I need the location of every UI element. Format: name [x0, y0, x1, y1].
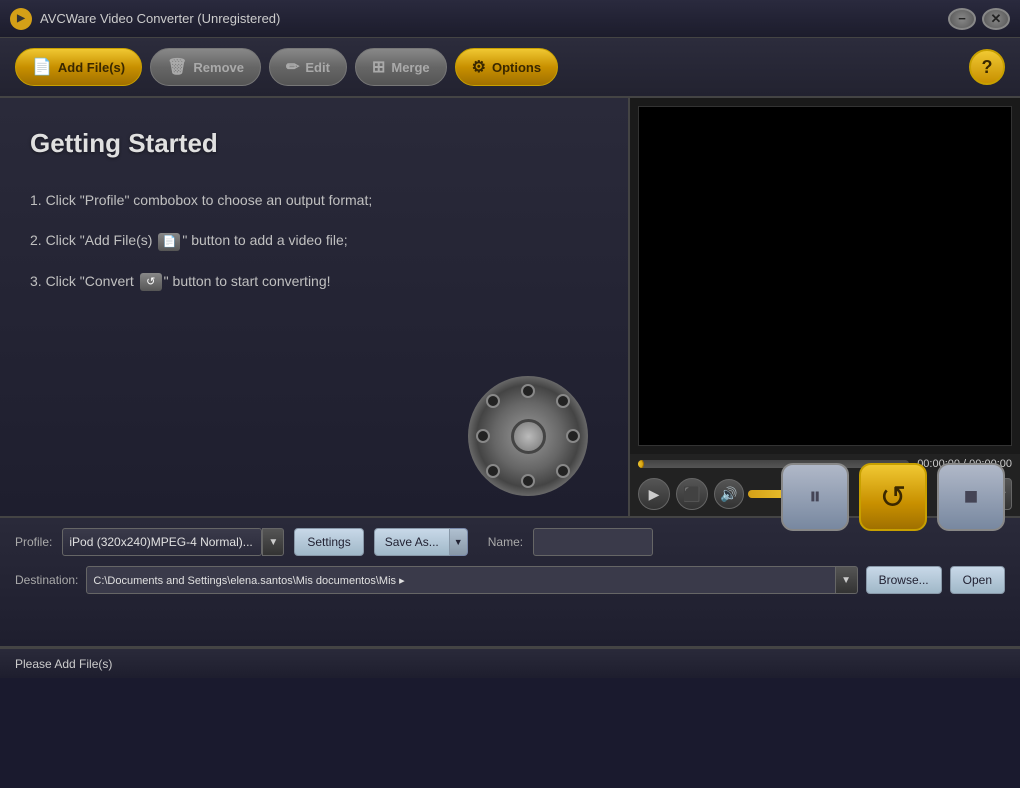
reel-center: [511, 419, 546, 454]
getting-started-panel: Getting Started 1. Click "Profile" combo…: [0, 98, 630, 516]
settings-button[interactable]: Settings: [294, 528, 363, 556]
close-button[interactable]: ✕: [982, 8, 1010, 30]
profile-label: Profile:: [15, 535, 52, 549]
step-2: 2. Click "Add File(s) 📄" button to add a…: [30, 229, 598, 251]
convert-inline-icon: ↺: [140, 273, 162, 291]
app-title: AVCWare Video Converter (Unregistered): [40, 11, 948, 26]
settings-label: Settings: [307, 535, 350, 549]
getting-started-title: Getting Started: [30, 128, 598, 159]
reel-hole: [486, 464, 500, 478]
video-panel: 00:00:00 / 00:00:00 ▶ ⬛ 🔊 📷 ▼: [630, 98, 1020, 516]
film-reel-decoration: [468, 376, 588, 496]
save-as-dropdown-arrow[interactable]: ▼: [450, 528, 468, 556]
reel-hole: [556, 464, 570, 478]
destination-input[interactable]: [86, 566, 835, 594]
window-controls: − ✕: [948, 8, 1010, 30]
browse-button[interactable]: Browse...: [866, 566, 942, 594]
name-input[interactable]: [533, 528, 653, 556]
reel-hole: [486, 394, 500, 408]
step-1: 1. Click "Profile" combobox to choose an…: [30, 189, 598, 211]
pause-icon: ⏸: [809, 483, 821, 511]
add-files-icon: 📄: [32, 57, 52, 77]
remove-icon: 🗑: [167, 57, 187, 77]
volume-button[interactable]: 🔊: [714, 479, 744, 509]
video-preview-area: [638, 106, 1012, 446]
step-1-text: 1. Click "Profile" combobox to choose an…: [30, 192, 372, 208]
convert-icon: ↺: [880, 478, 907, 516]
remove-button[interactable]: 🗑 Remove: [150, 48, 261, 86]
options-label: Options: [492, 60, 541, 75]
progress-thumb: [638, 460, 644, 468]
stop-convert-button[interactable]: ■: [937, 463, 1005, 531]
open-button[interactable]: Open: [950, 566, 1005, 594]
minimize-button[interactable]: −: [948, 8, 976, 30]
remove-label: Remove: [193, 60, 244, 75]
open-label: Open: [963, 573, 992, 587]
merge-label: Merge: [391, 60, 429, 75]
add-files-button[interactable]: 📄 Add File(s): [15, 48, 142, 86]
profile-dropdown-arrow[interactable]: ▼: [262, 528, 284, 556]
profile-select[interactable]: iPod (320x240)MPEG-4 Normal)...: [62, 528, 262, 556]
reel-hole: [566, 429, 580, 443]
reel-hole: [476, 429, 490, 443]
step-3: 3. Click "Convert ↺" button to start con…: [30, 270, 598, 292]
bottom-panel: Profile: iPod (320x240)MPEG-4 Normal)...…: [0, 518, 1020, 648]
edit-icon: ✏: [286, 57, 299, 77]
profile-row: Profile: iPod (320x240)MPEG-4 Normal)...…: [15, 528, 1005, 556]
add-files-label: Add File(s): [58, 60, 125, 75]
save-as-button[interactable]: Save As...: [374, 528, 450, 556]
convert-button[interactable]: ↺: [859, 463, 927, 531]
options-button[interactable]: ⚙ Options: [455, 48, 558, 86]
main-content: Getting Started 1. Click "Profile" combo…: [0, 98, 1020, 518]
add-inline-icon: 📄: [158, 233, 180, 251]
reel-outer: [468, 376, 588, 496]
destination-row: Destination: ▼ Browse... Open: [15, 566, 1005, 594]
reel-hole: [556, 394, 570, 408]
edit-label: Edit: [305, 60, 330, 75]
options-icon: ⚙: [472, 57, 486, 77]
merge-icon: ⊞: [372, 57, 385, 77]
edit-button[interactable]: ✏ Edit: [269, 48, 347, 86]
help-button[interactable]: ?: [969, 49, 1005, 85]
statusbar: Please Add File(s): [0, 648, 1020, 678]
toolbar: 📄 Add File(s) 🗑 Remove ✏ Edit ⊞ Merge ⚙ …: [0, 38, 1020, 98]
titlebar: ▶ AVCWare Video Converter (Unregistered)…: [0, 0, 1020, 38]
app-icon: ▶: [10, 8, 32, 30]
step-3-text: 3. Click "Convert ↺" button to start con…: [30, 273, 331, 289]
destination-label: Destination:: [15, 573, 78, 587]
convert-panel: ⏸ ↺ ■: [781, 463, 1005, 531]
profile-select-container: iPod (320x240)MPEG-4 Normal)... ▼: [62, 528, 284, 556]
browse-label: Browse...: [879, 573, 929, 587]
destination-input-container: ▼: [86, 566, 857, 594]
stop-button[interactable]: ⬛: [676, 478, 708, 510]
save-as-label: Save As...: [385, 535, 439, 549]
pause-button[interactable]: ⏸: [781, 463, 849, 531]
save-as-container: Save As... ▼: [374, 528, 468, 556]
reel-hole: [521, 384, 535, 398]
status-text: Please Add File(s): [15, 657, 112, 671]
reel-hole: [521, 474, 535, 488]
destination-dropdown-arrow[interactable]: ▼: [836, 566, 858, 594]
stop-icon: ■: [964, 483, 979, 511]
step-2-text: 2. Click "Add File(s) 📄" button to add a…: [30, 232, 348, 248]
play-button[interactable]: ▶: [638, 478, 670, 510]
name-label: Name:: [488, 535, 523, 549]
merge-button[interactable]: ⊞ Merge: [355, 48, 447, 86]
